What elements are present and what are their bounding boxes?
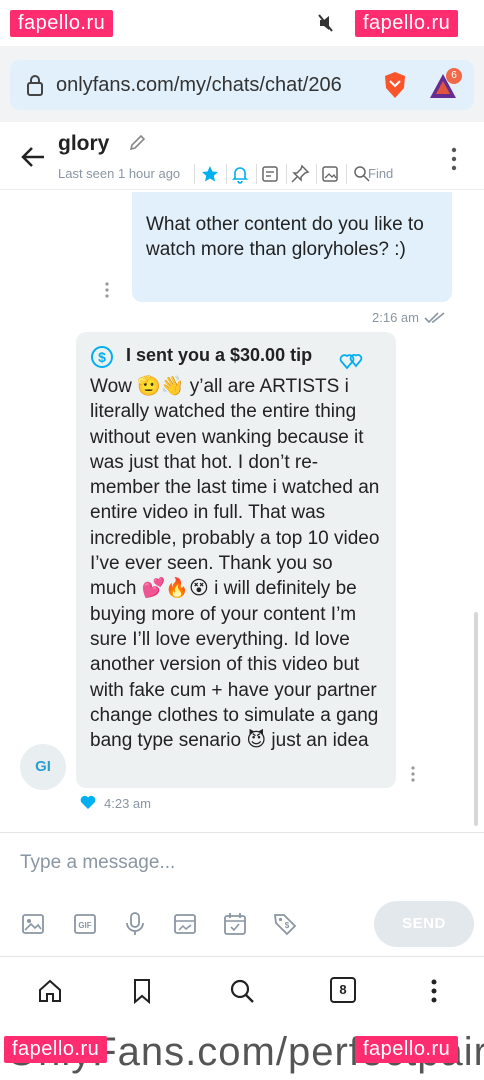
price-tag-icon[interactable]: $ — [272, 911, 298, 937]
message-timestamp: 2:16 am — [372, 310, 419, 325]
hearts-icon — [339, 354, 363, 370]
divider — [256, 164, 257, 184]
read-ticks-icon — [424, 312, 445, 324]
dollar-icon: $ — [91, 346, 113, 368]
divider — [286, 164, 287, 184]
watermark-bottom-right: fapello.ru — [355, 1036, 459, 1063]
home-icon[interactable] — [36, 977, 64, 1005]
note-icon[interactable] — [260, 164, 280, 184]
tabs-button[interactable]: 8 — [330, 977, 356, 1003]
status-icons — [318, 14, 348, 37]
calendar-icon[interactable] — [222, 911, 248, 937]
browser-bottom-nav: 8 — [0, 956, 484, 1026]
pencil-icon[interactable] — [128, 134, 146, 152]
svg-text:$: $ — [285, 921, 290, 930]
chat-name[interactable]: glory — [58, 132, 109, 156]
message-input[interactable] — [20, 847, 440, 879]
vault-icon[interactable] — [172, 911, 198, 937]
chat-header: glory Last seen 1 hour ago Find — [0, 122, 484, 190]
divider — [226, 164, 227, 184]
message-text: Wow 🫡👋 y’all are ARTISTS i literally wat… — [90, 376, 380, 752]
browser-toolbar: onlyfans.com/my/chats/chat/206 6 — [0, 46, 484, 122]
avatar[interactable]: GI — [20, 744, 66, 790]
divider — [194, 164, 195, 184]
mute-icon — [318, 14, 333, 32]
svg-text:$: $ — [98, 349, 106, 365]
bell-icon[interactable] — [230, 164, 250, 184]
more-options-icon[interactable] — [446, 146, 462, 172]
gallery-icon[interactable] — [320, 164, 340, 184]
status-bar: fapello.ru fapello.ru — [0, 0, 484, 46]
svg-text:GIF: GIF — [78, 921, 91, 930]
star-icon[interactable] — [200, 164, 220, 184]
tip-banner: $ I sent you a $30.00 tip — [90, 344, 382, 372]
message-bubble-incoming[interactable]: $ I sent you a $30.00 tip Wow 🫡👋 y’all a… — [76, 332, 396, 788]
send-button[interactable]: SEND — [374, 901, 474, 947]
tip-amount-text: I sent you a $30.00 tip — [126, 345, 313, 365]
divider — [346, 164, 347, 184]
liked-heart-icon[interactable] — [80, 795, 96, 810]
pin-icon[interactable] — [290, 164, 310, 184]
find-label[interactable]: Find — [368, 166, 393, 181]
message-timestamp: 4:23 am — [104, 796, 151, 811]
watermark-top-left: fapello.ru — [10, 10, 114, 37]
divider — [316, 164, 317, 184]
scrollbar[interactable] — [474, 612, 478, 826]
last-seen-status: Last seen 1 hour ago — [58, 166, 181, 181]
url-text: onlyfans.com/my/chats/chat/206 — [56, 74, 342, 96]
watermark-top-right: fapello.ru — [355, 10, 459, 37]
back-arrow-icon[interactable] — [20, 144, 46, 170]
bookmark-icon[interactable] — [128, 977, 156, 1005]
lock-icon — [27, 75, 43, 96]
gif-icon[interactable]: GIF — [72, 911, 98, 937]
message-text: What other content do you like to watch … — [146, 214, 424, 260]
watermark-bottom-left: fapello.ru — [4, 1036, 108, 1063]
menu-icon[interactable] — [420, 977, 448, 1005]
message-options-icon[interactable] — [410, 766, 416, 782]
rewards-badge: 6 — [446, 68, 462, 84]
microphone-icon[interactable] — [122, 911, 148, 937]
message-bubble-outgoing[interactable]: What other content do you like to watch … — [132, 192, 452, 302]
search-icon[interactable] — [228, 977, 256, 1005]
address-bar[interactable]: onlyfans.com/my/chats/chat/206 6 — [10, 60, 474, 110]
brave-shield-icon[interactable] — [380, 70, 410, 100]
message-options-icon[interactable] — [104, 282, 110, 298]
image-icon[interactable] — [20, 911, 46, 937]
message-composer: GIF $ SEND — [0, 832, 484, 956]
